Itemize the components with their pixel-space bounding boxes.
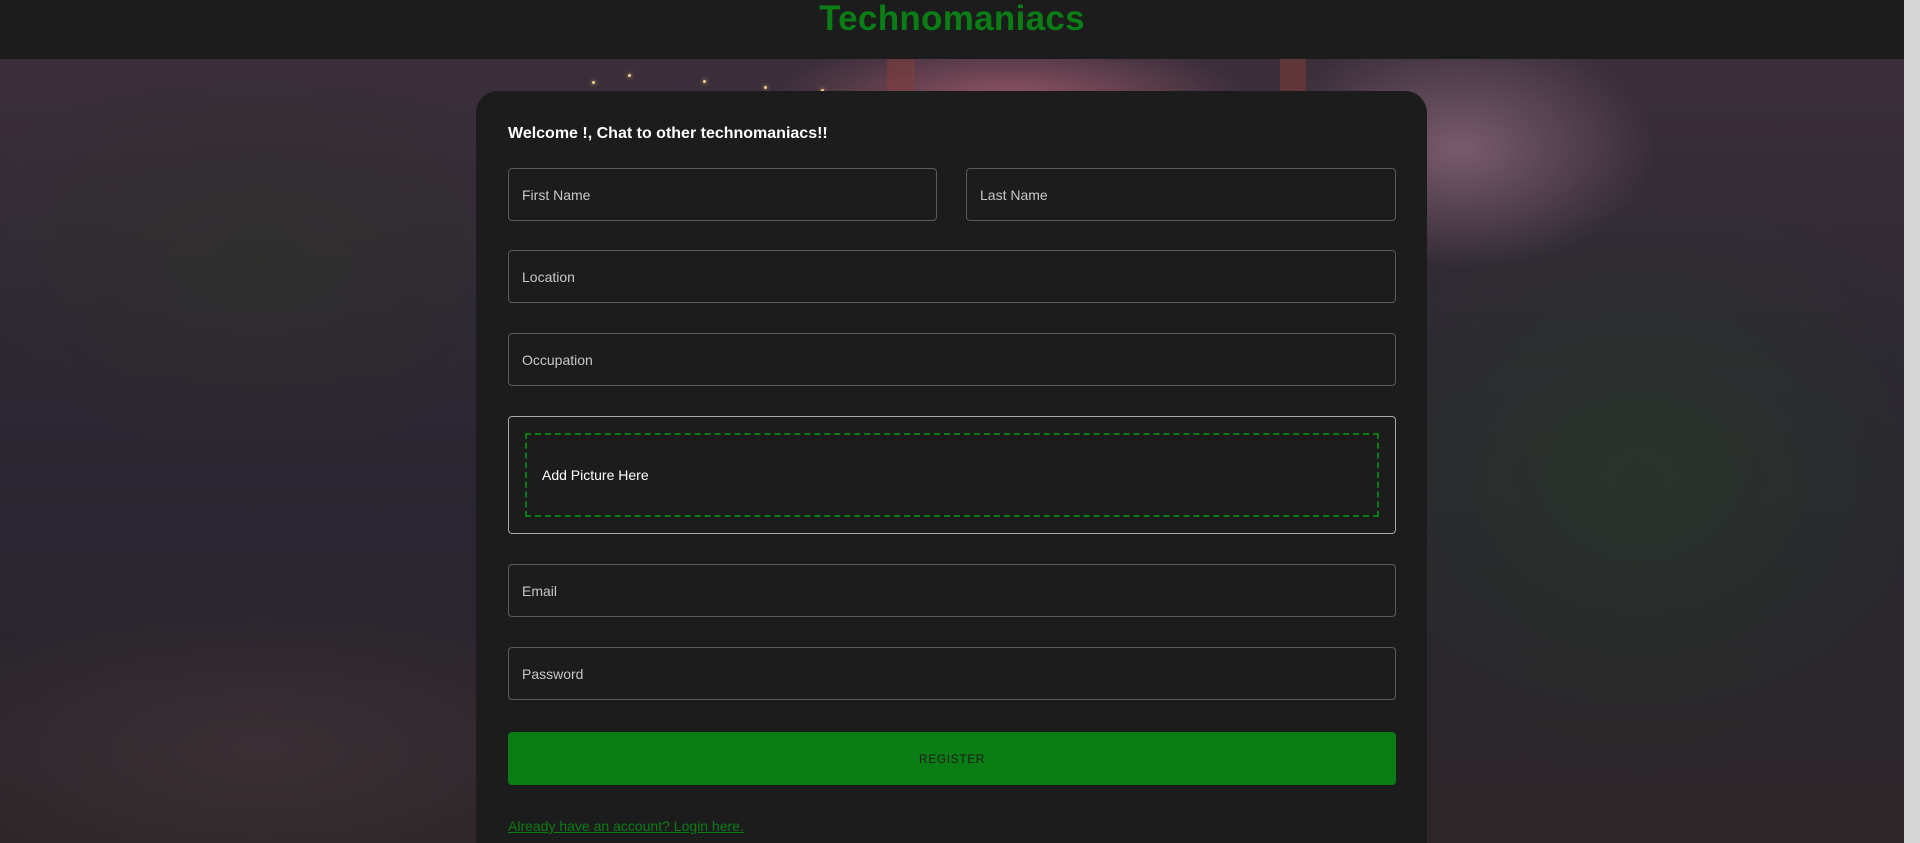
occupation-input[interactable]	[508, 333, 1396, 386]
last-name-input[interactable]	[966, 168, 1396, 221]
top-bar: Technomaniacs	[0, 0, 1904, 59]
welcome-heading: Welcome !, Chat to other technomaniacs!!	[508, 125, 828, 142]
picture-dropzone-label: Add Picture Here	[542, 467, 649, 483]
picture-upload-box: Add Picture Here	[508, 416, 1396, 534]
background-light	[592, 81, 595, 84]
login-link[interactable]: Already have an account? Login here.	[508, 818, 744, 834]
page-scrollbar[interactable]	[1904, 0, 1920, 843]
background-light	[628, 74, 631, 77]
register-button[interactable]: REGISTER	[508, 732, 1396, 785]
first-name-input[interactable]	[508, 168, 937, 221]
picture-dropzone[interactable]: Add Picture Here	[525, 433, 1379, 517]
password-input[interactable]	[508, 647, 1396, 700]
background-light	[703, 80, 706, 83]
location-input[interactable]	[508, 250, 1396, 303]
brand-title: Technomaniacs	[819, 0, 1085, 38]
registration-card: Welcome !, Chat to other technomaniacs!!…	[476, 91, 1427, 843]
email-input[interactable]	[508, 564, 1396, 617]
background-light	[764, 86, 767, 89]
page: Technomaniacs Welcome !, Chat to other t…	[0, 0, 1920, 843]
